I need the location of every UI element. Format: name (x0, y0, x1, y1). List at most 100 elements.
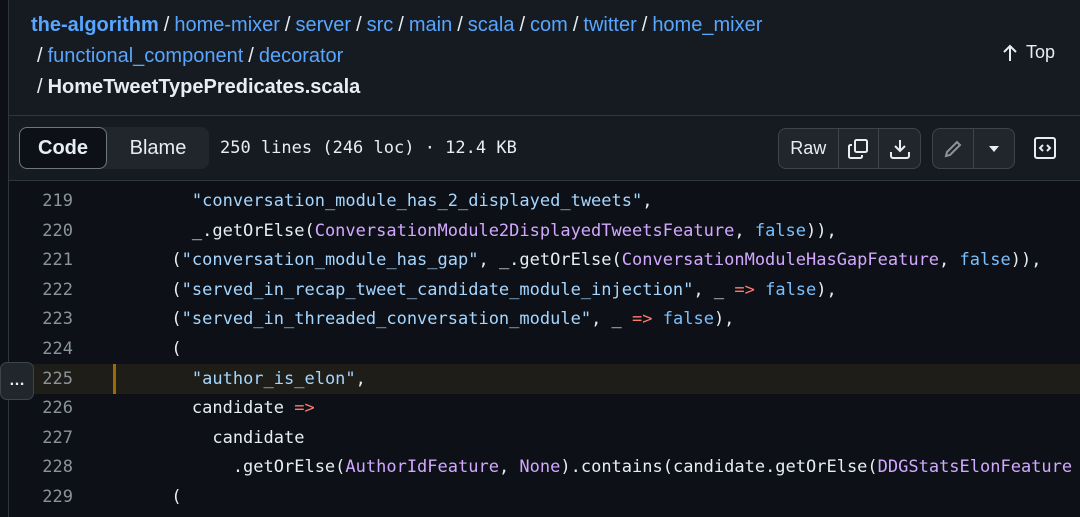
code-token: "conversation_module_has_2_displayed_twe… (192, 191, 642, 211)
code-token: ConversationModuleHasGapFeature (622, 250, 939, 270)
code-token: ( (110, 309, 182, 329)
line-number[interactable]: 221 (9, 245, 73, 275)
breadcrumb-home-mixer-pkg[interactable]: home_mixer (652, 14, 762, 36)
line-number[interactable]: 220 (9, 216, 73, 246)
file-toolbar: Code Blame 250 lines (246 loc) · 12.4 KB… (9, 115, 1080, 181)
code-token (653, 309, 663, 329)
code-token: ), (816, 280, 836, 300)
file-header: the-algorithm/home-mixer/server/src/main… (9, 0, 1080, 115)
code-square-icon (1033, 136, 1057, 160)
code-token: ( (110, 487, 182, 507)
top-label: Top (1026, 42, 1055, 63)
line-number[interactable]: 222 (9, 275, 73, 305)
code-token: ( (110, 339, 182, 359)
code-token: .getOrElse( (110, 457, 345, 477)
breadcrumb-repo[interactable]: the-algorithm (31, 14, 159, 36)
line-number[interactable]: 227 (9, 423, 73, 453)
line-number[interactable]: 219 (9, 186, 73, 216)
line-number[interactable]: 229 (9, 482, 73, 512)
code-token: ConversationModule2DisplayedTweetsFeatur… (315, 221, 735, 241)
breadcrumb-src[interactable]: src (367, 14, 394, 36)
code-token (110, 191, 192, 211)
code-token: false (663, 309, 714, 329)
line-code: ("conversation_module_has_gap", _.getOrE… (110, 245, 1041, 275)
code-token: false (960, 250, 1011, 270)
code-token: candidate (110, 398, 294, 418)
code-token: => (734, 280, 754, 300)
code-token: , (939, 250, 959, 270)
line-code: candidate => (110, 393, 315, 423)
code-token: false (755, 221, 806, 241)
breadcrumb-scala[interactable]: scala (468, 14, 515, 36)
code-line: 223 ("served_in_threaded_conversation_mo… (9, 304, 1080, 334)
line-code: ("served_in_threaded_conversation_module… (110, 304, 734, 334)
code-token: , _ (591, 309, 632, 329)
code-token: )), (1011, 250, 1042, 270)
line-options-button[interactable]: … (0, 362, 34, 400)
line-code: "conversation_module_has_2_displayed_twe… (110, 186, 652, 216)
code-token: , _.getOrElse( (478, 250, 621, 270)
code-line: 224 ( (9, 334, 1080, 364)
tab-code[interactable]: Code (19, 127, 107, 169)
breadcrumb-functional-component[interactable]: functional_component (48, 45, 244, 67)
code-line: 225 "author_is_elon", (9, 364, 1080, 394)
symbols-button[interactable] (1033, 136, 1057, 165)
line-number[interactable]: 223 (9, 304, 73, 334)
line-code: .getOrElse(AuthorIdFeature, None).contai… (110, 452, 1072, 482)
pencil-icon (942, 138, 964, 160)
copy-icon (846, 137, 870, 161)
arrow-up-icon (1002, 44, 1018, 62)
download-icon (888, 137, 912, 161)
code-token: , (642, 191, 652, 211)
code-line: 227 candidate (9, 423, 1080, 453)
code-token: None (519, 457, 560, 477)
breadcrumb-file: HomeTweetTypePredicates.scala (48, 76, 361, 98)
breadcrumb: the-algorithm/home-mixer/server/src/main… (31, 10, 762, 40)
breadcrumb-decorator[interactable]: decorator (259, 45, 344, 67)
code-line: 226 candidate => (9, 393, 1080, 423)
code-token: _.getOrElse( (110, 221, 315, 241)
download-button[interactable] (879, 129, 920, 168)
code-token: ), (714, 309, 734, 329)
breadcrumb-line-3: /HomeTweetTypePredicates.scala (37, 72, 360, 102)
code-token: "served_in_recap_tweet_candidate_module_… (182, 280, 694, 300)
kebab-horizontal-icon: … (9, 372, 25, 390)
code-token: "served_in_threaded_conversation_module" (182, 309, 591, 329)
breadcrumb-server[interactable]: server (295, 14, 351, 36)
copy-button[interactable] (839, 129, 880, 168)
code-token: , (356, 369, 366, 389)
code-line: 221 ("conversation_module_has_gap", _.ge… (9, 245, 1080, 275)
breadcrumb-home-mixer[interactable]: home-mixer (174, 14, 280, 36)
edit-button[interactable] (933, 129, 974, 168)
breadcrumb-main[interactable]: main (409, 14, 452, 36)
line-number[interactable]: 228 (9, 452, 73, 482)
triangle-down-icon (988, 145, 1000, 153)
code-token: , _ (693, 280, 734, 300)
code-line: 228 .getOrElse(AuthorIdFeature, None).co… (9, 452, 1080, 482)
edit-actions (932, 128, 1015, 169)
breadcrumb-com[interactable]: com (530, 14, 568, 36)
edit-dropdown-button[interactable] (974, 129, 1015, 168)
code-line: 219 "conversation_module_has_2_displayed… (9, 186, 1080, 216)
raw-actions: Raw (778, 128, 921, 169)
line-number[interactable]: 224 (9, 334, 73, 364)
breadcrumb-twitter[interactable]: twitter (583, 14, 636, 36)
line-code: "author_is_elon", (110, 364, 366, 394)
code-token: , (499, 457, 519, 477)
code-token: )), (806, 221, 837, 241)
top-button[interactable]: Top (1002, 42, 1055, 63)
code-token: DDGStatsElonFeature (878, 457, 1072, 477)
tab-blame[interactable]: Blame (107, 127, 209, 169)
code-token (110, 369, 192, 389)
line-code: ("served_in_recap_tweet_candidate_module… (110, 275, 837, 305)
code-token: ( (110, 280, 182, 300)
line-code: candidate (110, 423, 304, 453)
code-token: => (632, 309, 652, 329)
line-code: _.getOrElse(ConversationModule2Displayed… (110, 216, 837, 246)
code-token: AuthorIdFeature (345, 457, 499, 477)
line-code: ( (110, 334, 182, 364)
code-token: ).contains(candidate.getOrElse( (560, 457, 877, 477)
code-token: ( (110, 250, 182, 270)
code-line: 222 ("served_in_recap_tweet_candidate_mo… (9, 275, 1080, 305)
raw-button[interactable]: Raw (779, 129, 839, 168)
